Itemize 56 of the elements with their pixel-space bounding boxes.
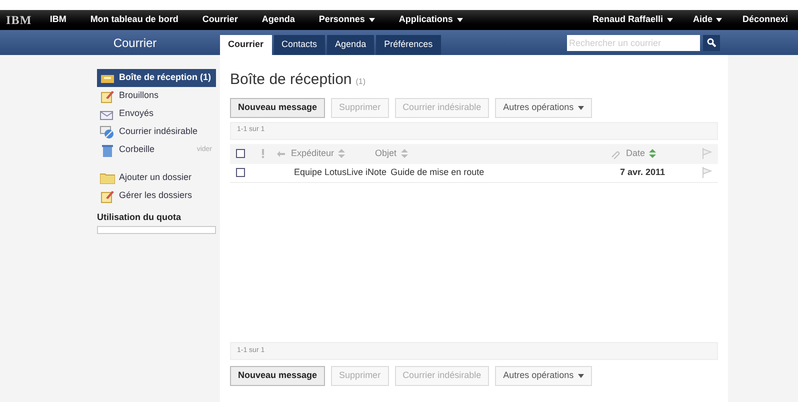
page-title: Boîte de réception xyxy=(230,70,352,90)
nav-link[interactable]: Personnes xyxy=(306,13,387,27)
nav-link[interactable]: IBM xyxy=(38,13,78,27)
caret-icon xyxy=(456,18,463,22)
inbox-icon xyxy=(100,73,114,83)
nav-link[interactable]: Applications xyxy=(386,13,475,27)
sort-icon[interactable] xyxy=(400,149,408,158)
caret-icon xyxy=(578,106,584,110)
toolbar-button[interactable]: Nouveau message xyxy=(230,98,326,118)
flag-icon[interactable] xyxy=(702,167,712,178)
folder-action-link[interactable]: Ajouter un dossier xyxy=(97,169,216,187)
toolbar-button[interactable]: Autres opérations xyxy=(495,366,592,386)
select-all-checkbox[interactable] xyxy=(236,149,245,158)
sort-icon[interactable] xyxy=(338,149,346,158)
date-cell-text: 7 avr. 2011 xyxy=(620,166,666,179)
pencil-note-icon xyxy=(100,190,114,202)
blocked-envelope-icon xyxy=(100,126,114,138)
folder-item[interactable]: Courrier indésirable xyxy=(97,123,216,141)
nav-link[interactable]: Déconnexi xyxy=(732,13,798,27)
reply-icon xyxy=(277,150,285,156)
pencil-note-icon xyxy=(100,90,114,102)
tab[interactable]: Préférences xyxy=(376,35,441,55)
nav-link[interactable]: Mon tableau de bord xyxy=(78,13,190,27)
subject-cell-text: Guide de mise en route xyxy=(390,166,486,179)
nav-link[interactable]: Courrier xyxy=(190,13,250,27)
search-button[interactable] xyxy=(703,34,720,50)
flag-icon[interactable] xyxy=(702,148,712,159)
caret-icon xyxy=(716,18,722,22)
caret-icon xyxy=(368,18,375,22)
quota-label: Utilisation du quota xyxy=(97,211,182,224)
folder-item[interactable]: Envoyés xyxy=(97,105,216,123)
tab[interactable]: Contacts xyxy=(274,35,326,55)
logo[interactable]: IBM xyxy=(0,11,38,29)
nav-link[interactable]: Aide xyxy=(682,13,732,27)
nav-link[interactable]: Agenda xyxy=(250,13,307,27)
row-checkbox[interactable] xyxy=(236,168,245,177)
folder-action-link[interactable]: Gérer les dossiers xyxy=(97,187,216,205)
message-row[interactable]: Equipe LotusLive iNote Guide de mise en route 7 avr. 2011 xyxy=(230,164,718,182)
search-icon xyxy=(707,38,716,47)
toolbar-button[interactable]: Autres opérations xyxy=(495,98,592,118)
paperclip-icon xyxy=(610,148,620,158)
trash-icon xyxy=(102,144,112,156)
tab[interactable]: Agenda xyxy=(327,35,374,55)
folder-item[interactable]: Boîte de réception (1) xyxy=(97,69,216,87)
sort-icon[interactable] xyxy=(649,149,656,158)
sender-cell-text: Equipe LotusLive iNote xyxy=(294,166,387,179)
section-title: Courrier xyxy=(112,34,157,52)
nav-link[interactable]: Renaud Raffaelli xyxy=(582,13,683,27)
caret-icon xyxy=(578,374,584,378)
folder-item[interactable]: Brouillons xyxy=(97,87,216,105)
folder-icon xyxy=(100,172,114,184)
toolbar-button[interactable]: Nouveau message xyxy=(230,366,326,386)
envelope-icon xyxy=(100,108,114,120)
tab[interactable]: Courrier xyxy=(220,35,272,55)
caret-icon xyxy=(666,18,673,22)
message-count: (1) xyxy=(356,76,366,88)
